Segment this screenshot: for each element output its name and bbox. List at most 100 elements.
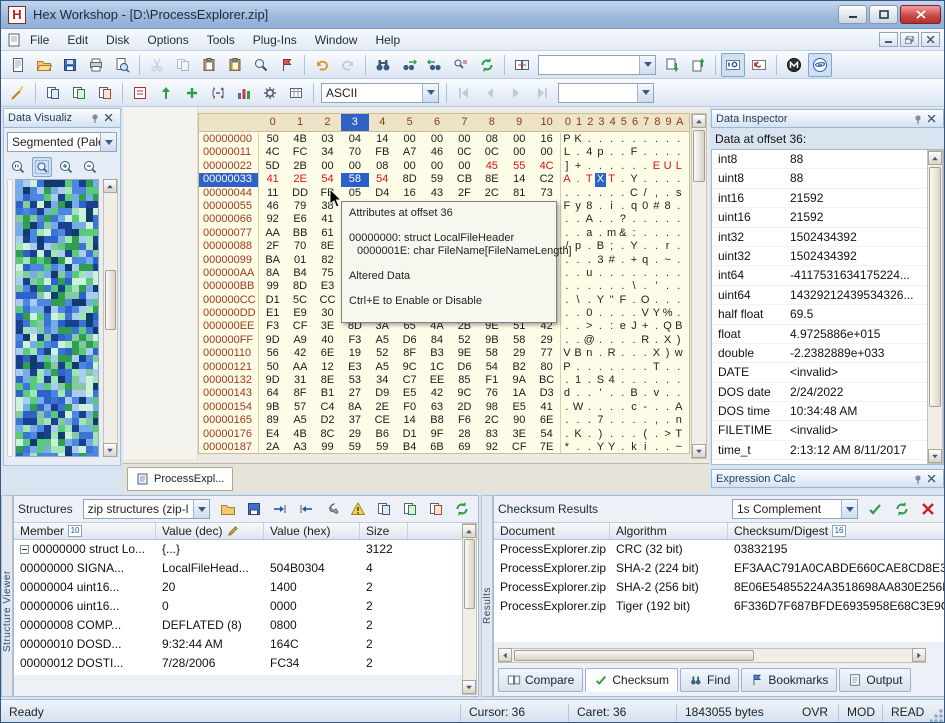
decimal-base-icon[interactable] [721, 53, 745, 77]
ascii-char[interactable]: > [662, 428, 673, 441]
ascii-char[interactable]: . [572, 254, 583, 267]
copy-as-source-icon[interactable] [399, 498, 421, 520]
menu-item-file[interactable]: File [21, 30, 58, 50]
ascii-char[interactable]: . [561, 401, 572, 414]
ascii-char[interactable]: . [662, 401, 673, 414]
compare-icon[interactable] [510, 53, 534, 77]
column-header-document[interactable]: Document [494, 523, 610, 539]
ascii-char[interactable]: . [673, 387, 684, 400]
chevron-down-icon[interactable] [100, 133, 116, 151]
hex-byte[interactable]: 8C [314, 428, 341, 441]
ascii-char[interactable]: . [640, 280, 651, 293]
ascii-char[interactable]: . [651, 334, 662, 347]
ascii-char[interactable]: . [606, 213, 617, 226]
hex-byte[interactable]: 54 [533, 428, 560, 441]
hex-byte[interactable]: 1A [506, 387, 533, 400]
hex-byte[interactable]: 00 [533, 146, 560, 159]
ascii-char[interactable]: . [651, 173, 662, 186]
column-header-digest[interactable]: Checksum/Digest16 [728, 523, 944, 539]
hex-byte[interactable]: 59 [369, 441, 396, 454]
hex-byte[interactable]: 01 [286, 254, 313, 267]
hex-byte[interactable]: 43 [423, 187, 450, 200]
copy-as-hex-icon[interactable] [41, 81, 65, 105]
ascii-char[interactable]: . [628, 374, 639, 387]
paste-icon[interactable] [197, 53, 221, 77]
ascii-char[interactable]: . [662, 441, 673, 454]
refresh-icon[interactable] [475, 53, 499, 77]
ascii-char[interactable]: ( [640, 428, 651, 441]
ascii-char[interactable]: . [584, 374, 595, 387]
ascii-char[interactable]: F [617, 294, 628, 307]
ascii-char[interactable]: T [584, 173, 595, 186]
scroll-thumb[interactable] [464, 539, 475, 609]
ascii-char[interactable]: . [584, 187, 595, 200]
ascii-char[interactable]: . [584, 240, 595, 253]
menu-item-disk[interactable]: Disk [97, 30, 138, 50]
ascii-char[interactable]: T [606, 173, 617, 186]
structure-apply-icon[interactable] [154, 81, 178, 105]
hex-byte[interactable]: CC [314, 294, 341, 307]
visualizer-scrollbar[interactable] [103, 179, 118, 457]
ascii-char[interactable]: . [673, 173, 684, 186]
hex-byte[interactable]: 55 [506, 160, 533, 173]
hex-byte[interactable]: 16 [533, 133, 560, 146]
ascii-char[interactable]: . [606, 414, 617, 427]
hex-byte[interactable]: 2C [478, 414, 505, 427]
grid-view-icon[interactable] [284, 81, 308, 105]
ascii-char[interactable]: . [595, 227, 606, 240]
ascii-char[interactable]: A [584, 213, 595, 226]
hex-byte[interactable]: 64 [259, 387, 286, 400]
hex-byte[interactable]: 54 [314, 173, 341, 186]
hex-byte[interactable]: 3E [506, 428, 533, 441]
statistics-chart-icon[interactable] [232, 81, 256, 105]
hex-byte[interactable]: 98 [478, 401, 505, 414]
collapse-icon[interactable] [20, 542, 32, 556]
encoding-combo[interactable]: ASCII [321, 83, 439, 103]
ascii-char[interactable]: . [673, 294, 684, 307]
ascii-char[interactable]: . [584, 441, 595, 454]
hex-byte[interactable]: 2A [259, 441, 286, 454]
column-header-size[interactable]: Size [360, 523, 408, 539]
checksum-row[interactable]: ProcessExplorer.zipTiger (192 bit)6F336D… [494, 597, 944, 616]
scroll-left-arrow[interactable] [498, 648, 512, 662]
hex-byte[interactable]: 2C [478, 187, 505, 200]
ascii-char[interactable]: . [584, 294, 595, 307]
hex-byte[interactable]: 2D [451, 401, 478, 414]
hex-byte[interactable]: FB [369, 146, 396, 159]
ascii-char[interactable]: Y [595, 441, 606, 454]
ascii-char[interactable]: . [617, 133, 628, 146]
mdi-close-button[interactable] [921, 32, 940, 47]
redo-icon[interactable] [336, 53, 360, 77]
ascii-char[interactable]: . [673, 227, 684, 240]
hex-byte[interactable]: 9F [423, 428, 450, 441]
ascii-char[interactable]: . [595, 334, 606, 347]
hex-byte[interactable]: 79 [286, 200, 313, 213]
hex-byte[interactable]: D9 [369, 387, 396, 400]
ascii-char[interactable]: . [584, 133, 595, 146]
ascii-char[interactable]: + [628, 254, 639, 267]
hex-byte[interactable]: B2 [506, 361, 533, 374]
goto-offset-icon[interactable] [269, 498, 291, 520]
ascii-char[interactable]: . [662, 387, 673, 400]
ascii-char[interactable]: . [617, 387, 628, 400]
hex-byte[interactable]: 99 [259, 280, 286, 293]
scroll-up-arrow[interactable] [462, 524, 476, 538]
ascii-char[interactable]: . [640, 267, 651, 280]
ascii-char[interactable]: 8 [584, 200, 595, 213]
ascii-char[interactable]: . [673, 133, 684, 146]
hex-byte[interactable]: 00 [506, 133, 533, 146]
ascii-char[interactable]: . [662, 133, 673, 146]
ascii-char[interactable]: F [561, 200, 572, 213]
copy-as-html-icon[interactable] [93, 81, 117, 105]
hex-byte[interactable]: E3 [341, 361, 368, 374]
menu-item-options[interactable]: Options [138, 30, 197, 50]
hex-byte[interactable]: 41 [533, 401, 560, 414]
ascii-char[interactable]: . [595, 187, 606, 200]
ascii-char[interactable]: . [640, 227, 651, 240]
hex-byte[interactable]: CE [369, 414, 396, 427]
hex-byte[interactable]: 9D [259, 334, 286, 347]
ascii-char[interactable]: . [651, 213, 662, 226]
ascii-char[interactable]: m [606, 227, 617, 240]
ascii-char[interactable]: w [673, 347, 684, 360]
ascii-char[interactable]: . [628, 361, 639, 374]
